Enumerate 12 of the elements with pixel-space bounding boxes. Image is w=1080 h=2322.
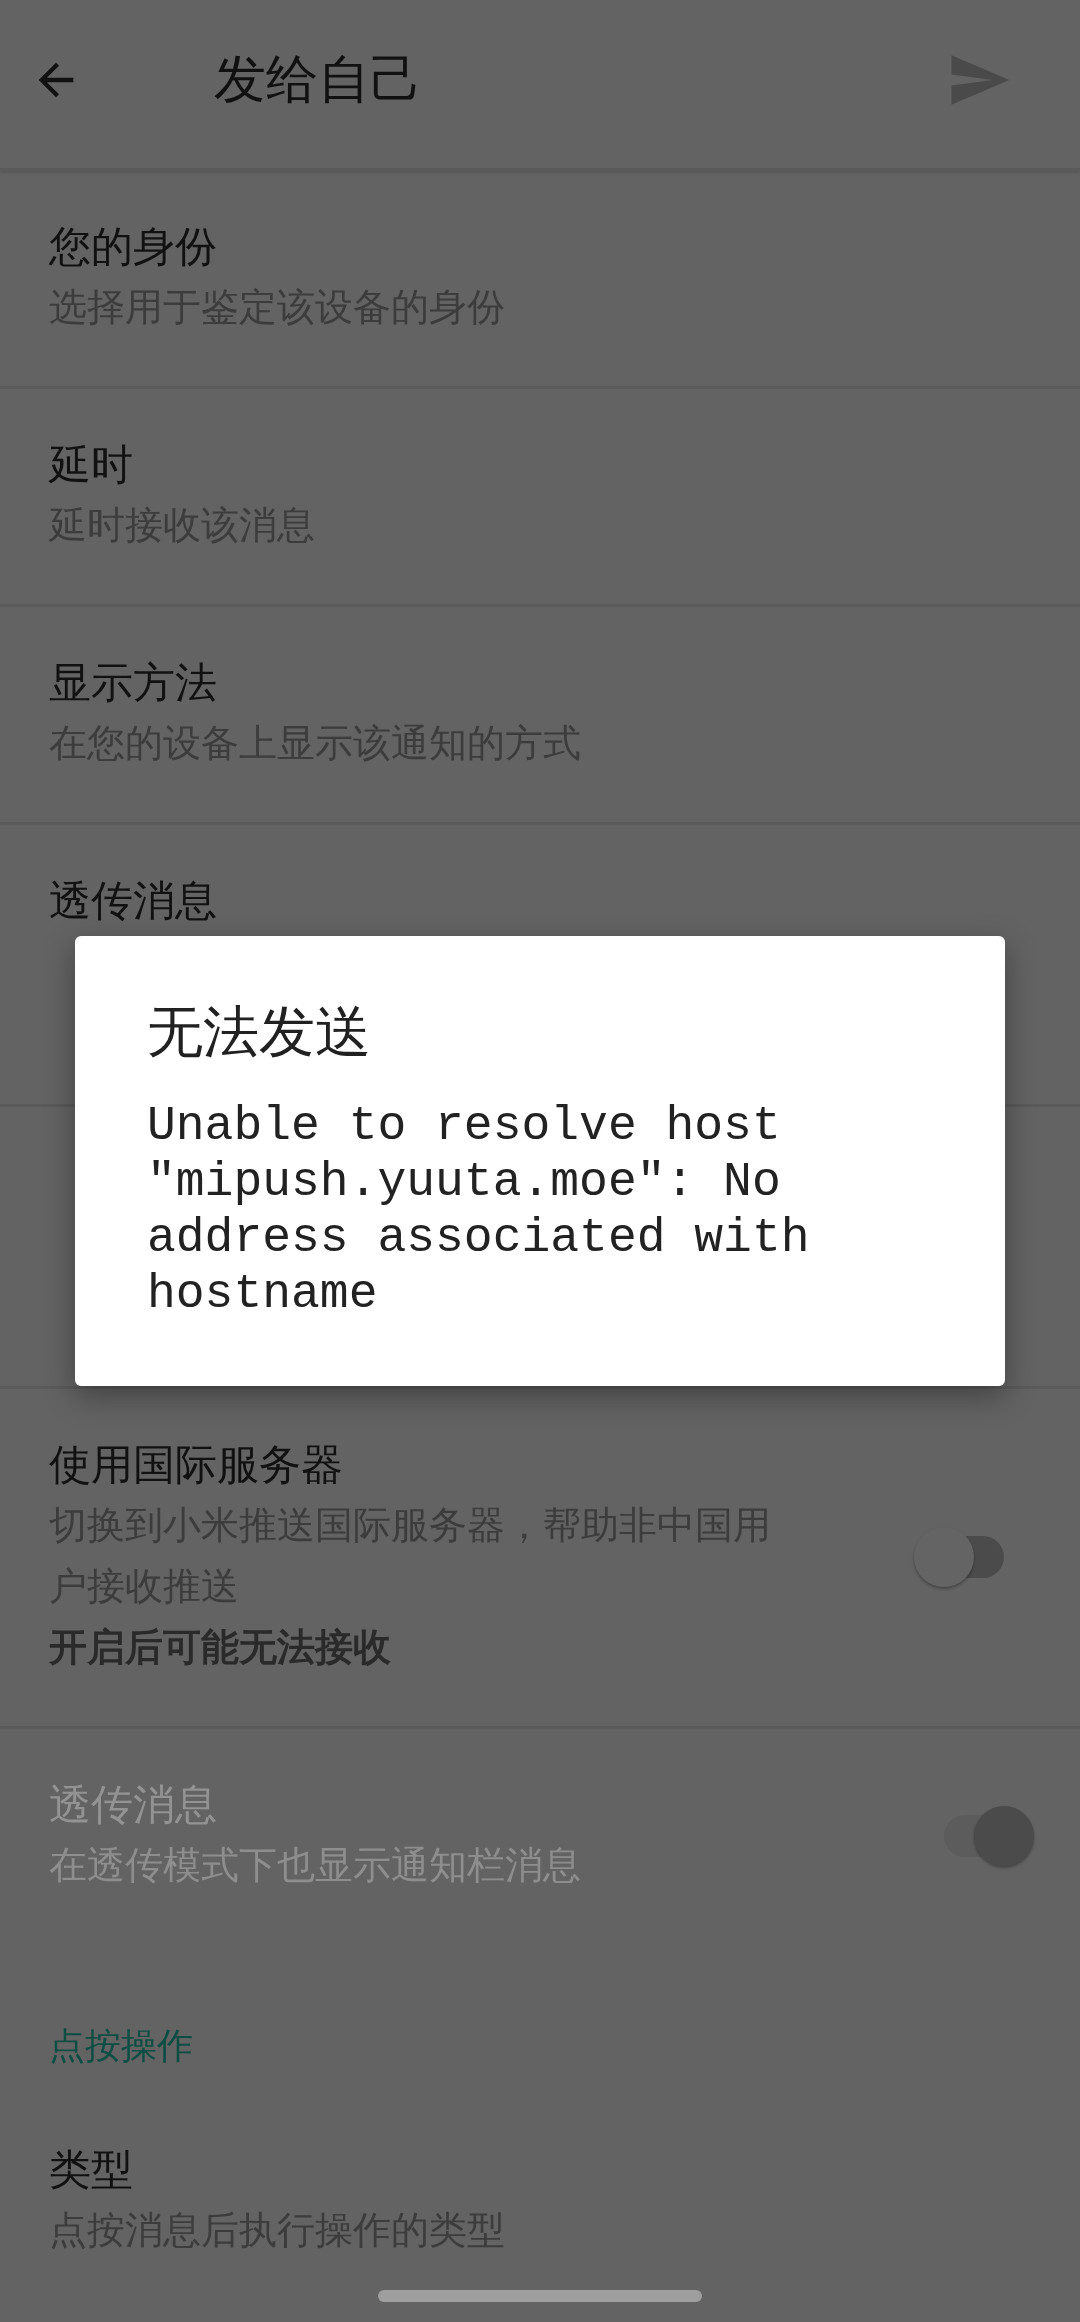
home-indicator[interactable] [378, 2290, 702, 2302]
dialog-message: Unable to resolve host "mipush.yuuta.moe": No address associated with hostname [147, 1098, 811, 1322]
row-title: 延时 [49, 439, 133, 491]
row-title: 类型 [49, 2144, 133, 2196]
row-title: 您的身份 [49, 221, 217, 273]
row-title: 显示方法 [49, 657, 217, 709]
section-header: 点按操作 [49, 2024, 194, 2068]
row-note: 开启后可能无法接收 [49, 1624, 391, 1671]
row-title: 透传消息 [49, 875, 217, 927]
row-title: 使用国际服务器 [49, 1439, 343, 1491]
screen-title: 发给自己 [214, 48, 422, 111]
dialog-title: 无法发送 [147, 998, 372, 1066]
